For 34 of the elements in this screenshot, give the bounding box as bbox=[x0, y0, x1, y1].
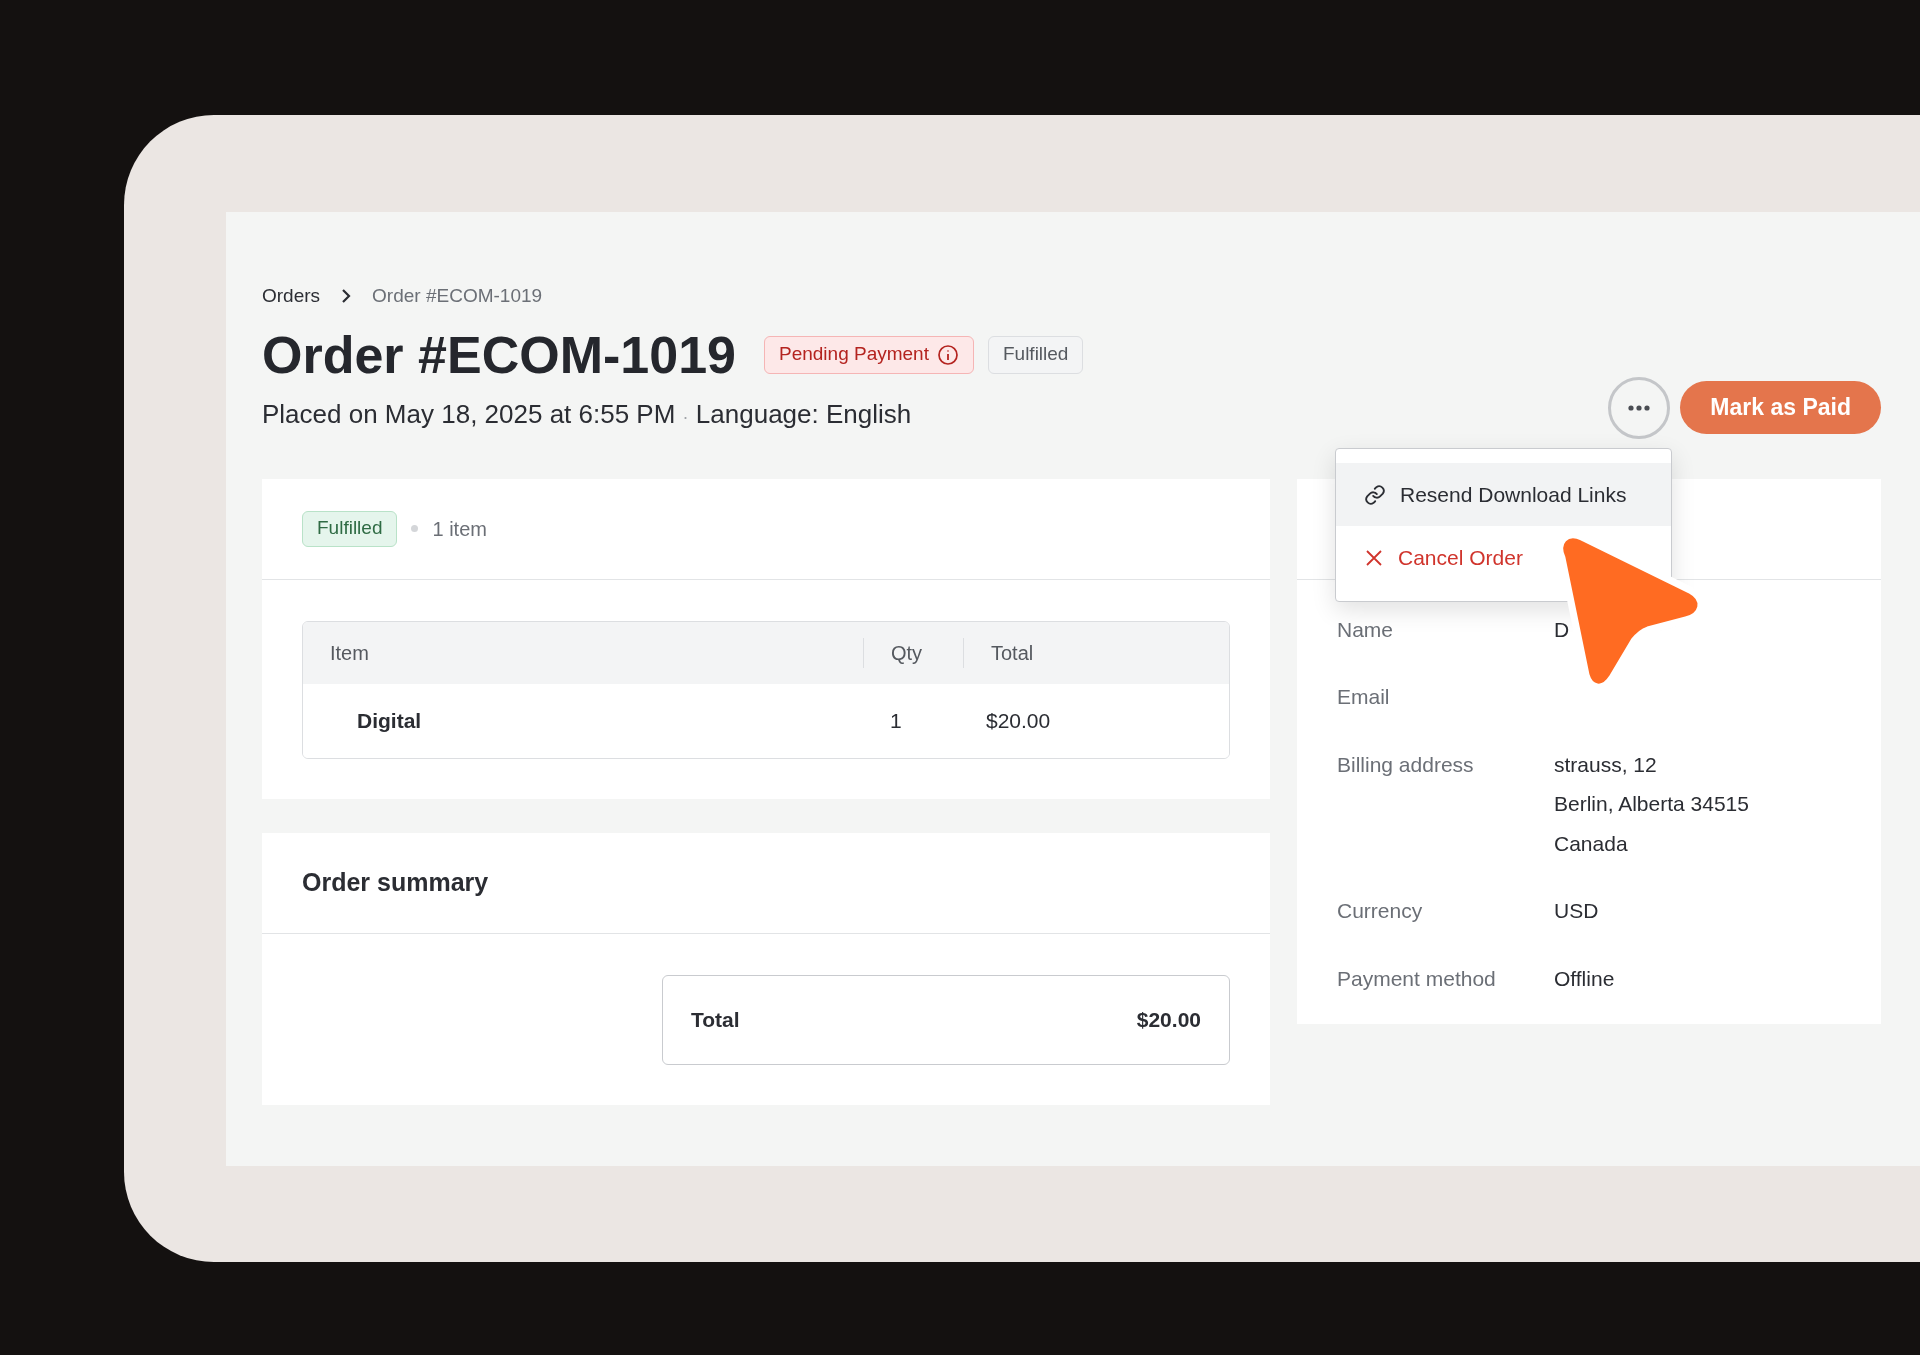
mark-as-paid-button[interactable]: Mark as Paid bbox=[1680, 381, 1881, 434]
close-icon bbox=[1364, 547, 1384, 568]
detail-value: Offline bbox=[1554, 965, 1615, 992]
total-label: Total bbox=[691, 1006, 740, 1033]
link-icon bbox=[1364, 483, 1386, 506]
status-badge: Pending Payment bbox=[763, 335, 974, 374]
menu-item[interactable]: Resend Download Links bbox=[1336, 463, 1671, 526]
order-title: Order #ECOM-1019 bbox=[262, 324, 736, 386]
column-header: Item bbox=[330, 641, 369, 664]
total-value: $20.00 bbox=[1136, 1006, 1201, 1033]
section-title: Order summary bbox=[302, 866, 489, 898]
column-header: Qty bbox=[891, 641, 923, 664]
detail-label: Email bbox=[1337, 684, 1391, 710]
item-count: 1 item bbox=[432, 516, 487, 542]
detail-value: Canada bbox=[1554, 830, 1629, 857]
detail-label: Billing address bbox=[1337, 751, 1475, 778]
breadcrumb-link[interactable]: Orders bbox=[262, 282, 321, 311]
column-header: Total bbox=[991, 641, 1034, 664]
fulfilled-badge: Fulfilled bbox=[302, 510, 398, 547]
detail-value: D bbox=[1554, 616, 1570, 643]
table-cell: Digital bbox=[357, 708, 422, 732]
table-cell: 1 bbox=[890, 708, 902, 732]
order-meta-text: Placed on May 18, 2025 at 6:55 PM · Language: English bbox=[262, 398, 912, 431]
detail-label: Payment method bbox=[1337, 965, 1497, 992]
info-icon bbox=[936, 343, 959, 366]
detail-value: Berlin, Alberta 34515 bbox=[1554, 791, 1749, 817]
detail-label: Currency bbox=[1337, 898, 1424, 924]
detail-label: Name bbox=[1337, 616, 1395, 643]
status-badge: Fulfilled bbox=[987, 335, 1084, 374]
breadcrumb-link[interactable]: Order #ECOM-1019 bbox=[372, 282, 543, 311]
more-icon bbox=[1628, 404, 1651, 411]
detail-value: strauss, 12 bbox=[1554, 751, 1658, 778]
detail-value: USD bbox=[1554, 898, 1599, 924]
table-cell: $20.00 bbox=[986, 708, 1051, 732]
